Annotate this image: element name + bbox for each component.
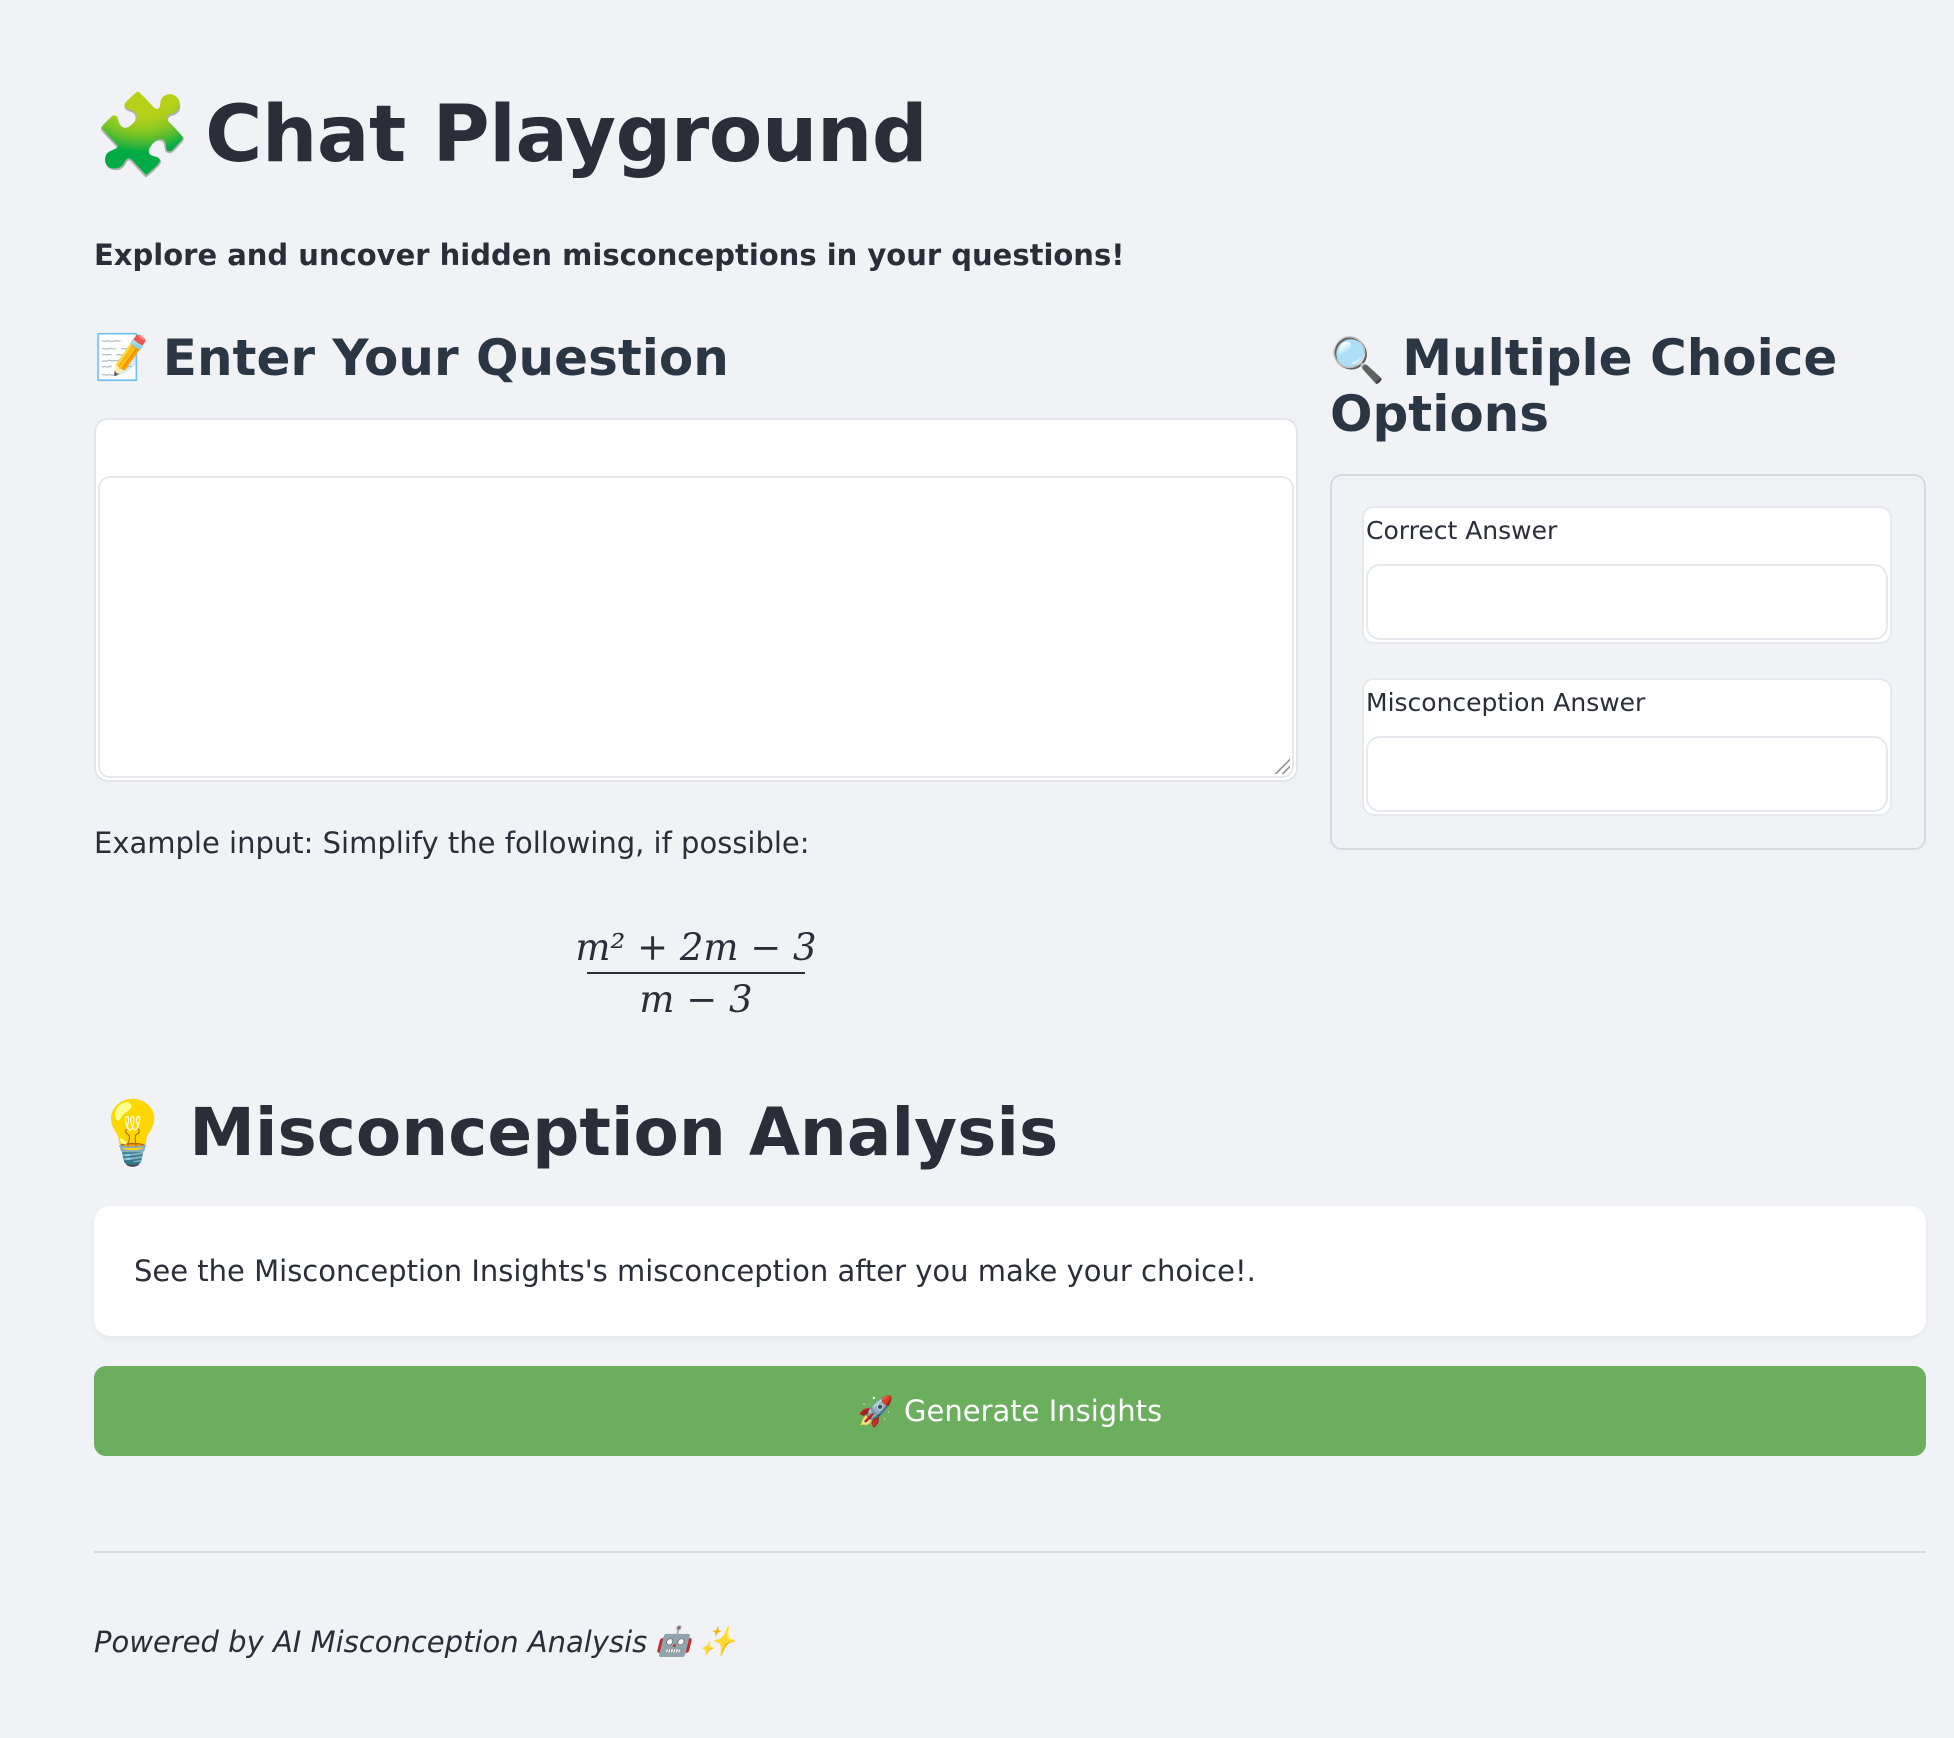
example-formula: m² + 2m − 3 m − 3	[94, 926, 1298, 1023]
analysis-message: See the Misconception Insights's misconc…	[134, 1254, 1256, 1288]
sparkles-icon: ✨	[699, 1624, 736, 1658]
formula-numerator: m² + 2m − 3	[575, 926, 817, 969]
question-heading: 📝 Enter Your Question	[94, 330, 1298, 386]
analysis-result-card: See the Misconception Insights's misconc…	[94, 1206, 1926, 1336]
robot-icon: 🤖	[655, 1624, 692, 1658]
options-heading: 🔍 Multiple Choice Options	[1330, 330, 1926, 442]
magnifier-icon: 🔍	[1330, 335, 1385, 386]
app-page: 🧩 Chat Playground Explore and uncover hi…	[0, 0, 1954, 1738]
correct-answer-label: Correct Answer	[1366, 516, 1558, 545]
example-input-text: Example input: Simplify the following, i…	[94, 826, 810, 860]
lightbulb-icon: 💡	[94, 1095, 172, 1169]
page-title: Chat Playground	[205, 90, 928, 180]
generate-insights-button[interactable]: 🚀 Generate Insights	[94, 1366, 1926, 1456]
misconception-answer-field: Misconception Answer	[1362, 678, 1892, 816]
puzzle-piece-icon: 🧩	[94, 90, 192, 180]
question-column: 📝 Enter Your Question Example input: Sim…	[94, 330, 1298, 1023]
formula-denominator: m − 3	[639, 978, 753, 1022]
analysis-heading-text: Misconception Analysis	[189, 1094, 1059, 1171]
options-heading-text: Multiple Choice Options	[1330, 329, 1838, 443]
misconception-answer-input[interactable]	[1366, 736, 1888, 812]
page-subtitle: Explore and uncover hidden misconception…	[94, 238, 1125, 272]
correct-answer-input[interactable]	[1366, 564, 1888, 640]
options-column: 🔍 Multiple Choice Options Correct Answer…	[1330, 330, 1926, 850]
question-textarea[interactable]	[98, 476, 1294, 778]
memo-icon: 📝	[94, 332, 149, 384]
footer-divider	[94, 1551, 1926, 1553]
misconception-answer-label: Misconception Answer	[1366, 688, 1646, 717]
page-header: 🧩 Chat Playground	[94, 90, 928, 180]
analysis-heading: 💡 Misconception Analysis	[94, 1094, 1058, 1171]
options-panel: Correct Answer Misconception Answer	[1330, 474, 1926, 850]
resize-handle-icon[interactable]	[1274, 758, 1290, 774]
question-input-card	[94, 418, 1298, 782]
question-heading-text: Enter Your Question	[162, 329, 729, 387]
footer-text: Powered by AI Misconception Analysis	[94, 1624, 648, 1659]
rocket-icon: 🚀	[857, 1393, 895, 1428]
correct-answer-field: Correct Answer	[1362, 506, 1892, 644]
footer: Powered by AI Misconception Analysis 🤖 ✨	[94, 1624, 736, 1659]
fraction-bar	[587, 972, 805, 975]
generate-insights-label: Generate Insights	[904, 1394, 1163, 1428]
